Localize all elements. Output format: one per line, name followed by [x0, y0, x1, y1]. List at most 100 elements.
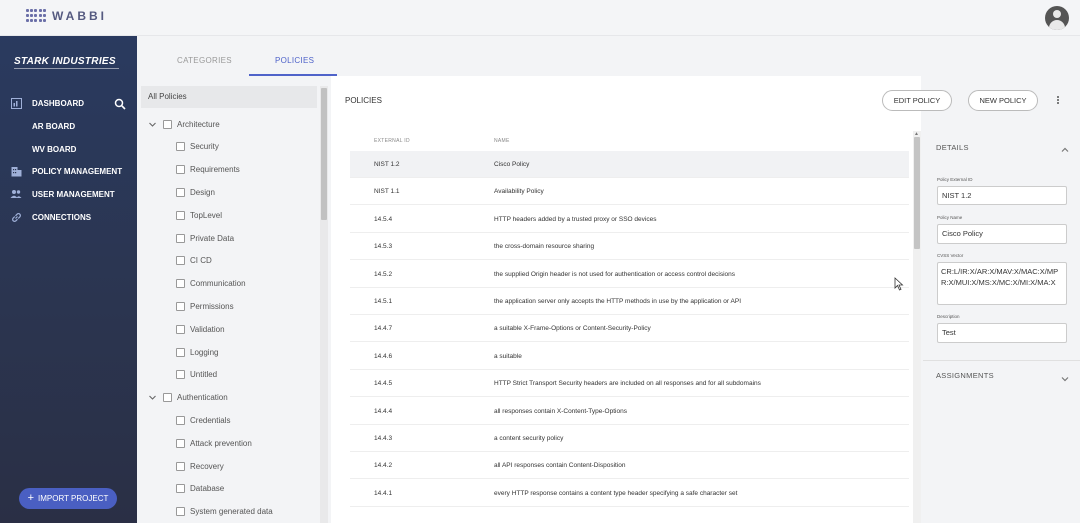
tree-subcategory[interactable]: CI CD [137, 253, 212, 269]
checkbox[interactable] [176, 324, 185, 334]
cvss-vector-field[interactable]: CR:L/IR:X/AR:X/MAV:X/MAC:X/MPR:X/MUI:X/M… [937, 262, 1067, 305]
policy-name-field[interactable]: Cisco Policy [937, 224, 1067, 244]
checkbox[interactable] [176, 256, 185, 266]
search-icon[interactable] [114, 97, 126, 110]
table-row[interactable]: 14.4.3 a content security policy [350, 425, 909, 452]
all-policies-item[interactable]: All Policies [141, 86, 317, 108]
sidebar-item-label: AR BOARD [32, 121, 76, 131]
checkbox[interactable] [176, 507, 185, 517]
description-label: Description [937, 314, 960, 319]
table-row[interactable]: 14.4.2 all API responses contain Content-… [350, 452, 909, 480]
details-panel: DETAILS Policy External ID NIST 1.2 Poli… [923, 126, 1080, 523]
wabbi-logo[interactable]: WABBI [26, 9, 107, 23]
tree-category[interactable]: Architecture [137, 116, 220, 132]
chevron-down-icon[interactable] [147, 119, 157, 129]
cvss-vector-label: CVSS Vector [937, 253, 964, 258]
tree-item-label: Design [190, 187, 215, 197]
policy-name-cell: a content security policy [494, 435, 564, 442]
policy-name-cell: a suitable [494, 352, 522, 360]
assignments-title[interactable]: ASSIGNMENTS [936, 371, 994, 380]
tree-item-label: Authentication [177, 393, 228, 403]
table-row[interactable]: 14.5.3 the cross-domain resource sharing [350, 233, 909, 261]
external-id-field[interactable]: NIST 1.2 [937, 186, 1067, 205]
tree-subcategory[interactable]: Database [137, 481, 224, 497]
column-header-external-id[interactable]: EXTERNAL ID [374, 138, 410, 144]
checkbox[interactable] [163, 119, 172, 129]
details-title[interactable]: DETAILS [936, 143, 969, 152]
checkbox[interactable] [176, 142, 185, 152]
policies-scrollbar-thumb[interactable] [914, 137, 920, 249]
table-row[interactable]: 14.4.6 a suitable [350, 343, 909, 370]
external-id-cell: 14.4.1 [374, 489, 393, 497]
tree-subcategory[interactable]: Untitled [137, 367, 217, 383]
checkbox[interactable] [176, 461, 185, 471]
tree-item-label: Recovery [190, 461, 224, 471]
checkbox[interactable] [163, 393, 172, 403]
chevron-up-icon[interactable] [1060, 142, 1070, 152]
new-policy-button[interactable]: NEW POLICY [968, 90, 1038, 111]
sidebar-item-user-management[interactable]: USER MANAGEMENT [0, 183, 137, 205]
tree-subcategory[interactable]: Recovery [137, 458, 224, 474]
table-row[interactable]: NIST 1.2 Cisco Policy [350, 151, 909, 178]
user-avatar-icon[interactable] [1045, 6, 1069, 30]
table-row[interactable]: 14.4.4 all responses contain X-Content-Ty… [350, 398, 909, 425]
tree-subcategory[interactable]: TopLevel [137, 207, 222, 223]
sidebar-item-wv-board[interactable]: WV BOARD [0, 138, 137, 160]
tree-subcategory[interactable]: Security [137, 139, 219, 155]
checkbox[interactable] [176, 165, 185, 175]
table-row[interactable]: 14.5.4 HTTP headers added by a trusted pr… [350, 206, 909, 233]
tree-subcategory[interactable]: Requirements [137, 162, 240, 178]
scroll-up-arrow-icon[interactable]: ▲ [914, 131, 919, 137]
import-project-button[interactable]: + IMPORT PROJECT [19, 488, 117, 509]
more-options-icon[interactable] [1055, 95, 1061, 107]
tab-bar: CATEGORIES POLICIES [137, 36, 1080, 76]
brand-underline [14, 68, 119, 69]
checkbox[interactable] [176, 370, 185, 380]
tree-item-label: Permissions [190, 301, 234, 311]
checkbox[interactable] [176, 347, 185, 357]
tree-subcategory[interactable]: Logging [137, 344, 218, 360]
tree-subcategory[interactable]: System generated data [137, 504, 273, 520]
table-row[interactable]: 14.4.7 a suitable X-Frame-Options or Cont… [350, 315, 909, 343]
external-id-label: Policy External ID [937, 177, 973, 182]
tree-subcategory[interactable]: Validation [137, 321, 225, 337]
tree-scrollbar[interactable] [320, 86, 328, 523]
checkbox[interactable] [176, 415, 185, 425]
edit-policy-button[interactable]: EDIT POLICY [882, 90, 952, 111]
checkbox[interactable] [176, 233, 185, 243]
table-row[interactable]: 14.4.1 every HTTP response contains a con… [350, 480, 909, 507]
tab-policies[interactable]: POLICIES [275, 56, 314, 65]
table-row[interactable]: NIST 1.1 Availability Policy [350, 178, 909, 206]
tree-item-label: Communication [190, 279, 246, 289]
policies-scrollbar[interactable] [913, 131, 921, 523]
table-row[interactable]: 14.4.5 HTTP Strict Transport Security hea… [350, 370, 909, 398]
chevron-down-icon[interactable] [1060, 371, 1070, 382]
tree-subcategory[interactable]: Private Data [137, 230, 234, 246]
checkbox[interactable] [176, 187, 185, 197]
sidebar-item-ar-board[interactable]: AR BOARD [0, 115, 137, 137]
checkbox[interactable] [176, 210, 185, 220]
tree-subcategory[interactable]: Design [137, 184, 215, 200]
tab-categories[interactable]: CATEGORIES [177, 56, 232, 65]
tree-subcategory[interactable]: Permissions [137, 298, 234, 314]
description-field[interactable]: Test [937, 323, 1067, 343]
checkbox[interactable] [176, 279, 185, 289]
tree-scrollbar-thumb[interactable] [321, 88, 327, 220]
sidebar-item-connections[interactable]: CONNECTIONS [0, 206, 137, 228]
table-row[interactable]: 14.5.1 the application server only accept… [350, 288, 909, 315]
column-header-name[interactable]: NAME [494, 138, 510, 144]
tree-subcategory[interactable]: Attack prevention [137, 435, 252, 451]
external-id-cell: 14.5.3 [374, 243, 393, 251]
tree-subcategory[interactable]: Communication [137, 276, 246, 292]
chevron-down-icon[interactable] [147, 393, 157, 403]
table-row[interactable]: 14.5.2 the supplied Origin header is not … [350, 261, 909, 288]
tree-subcategory[interactable]: Credentials [137, 412, 230, 428]
tree-category[interactable]: Authentication [137, 390, 228, 406]
checkbox[interactable] [176, 301, 185, 311]
users-icon [10, 188, 22, 200]
checkbox[interactable] [176, 438, 185, 448]
sidebar-item-policy-management[interactable]: POLICY MANAGEMENT [0, 160, 137, 182]
policies-title: POLICIES [345, 96, 382, 105]
checkbox[interactable] [176, 484, 185, 494]
logo-text: WABBI [52, 9, 107, 23]
